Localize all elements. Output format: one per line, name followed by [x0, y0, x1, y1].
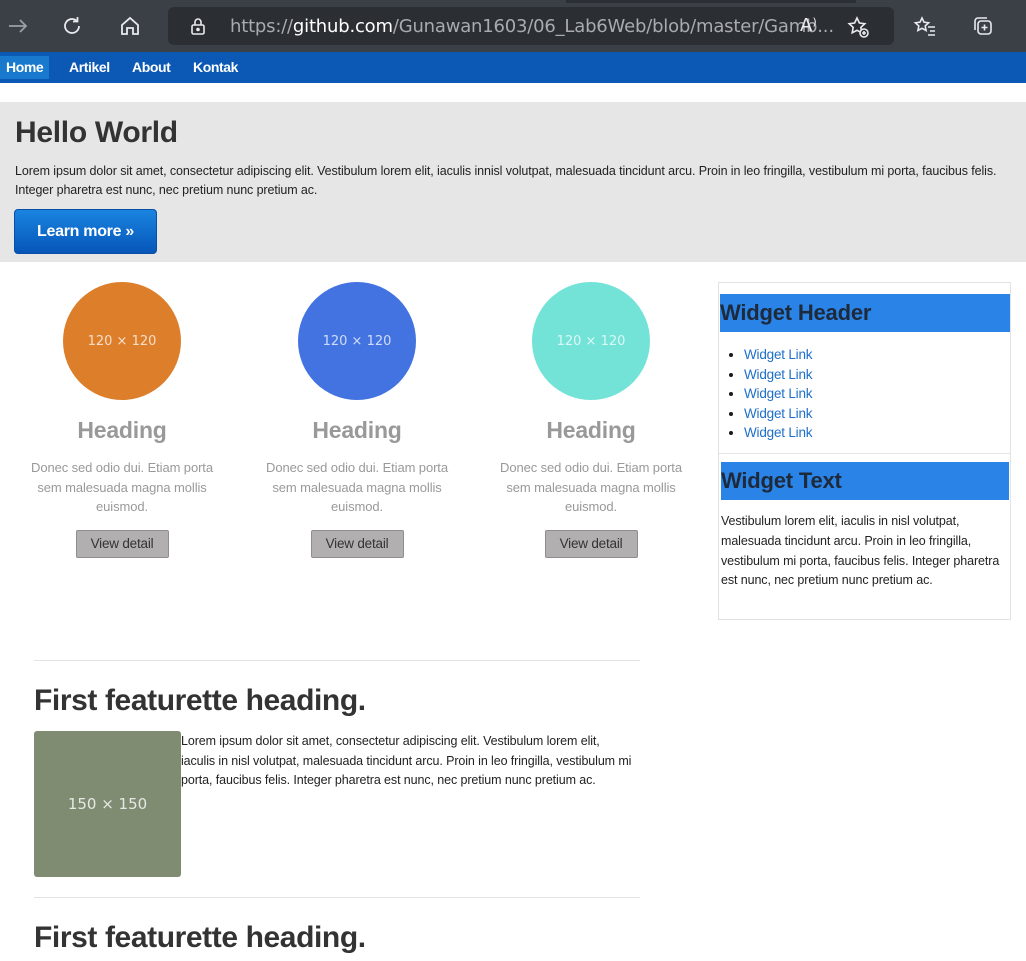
view-detail-button[interactable]: View detail: [310, 529, 404, 558]
nav-home[interactable]: Home: [0, 56, 50, 79]
refresh-icon[interactable]: [58, 12, 86, 40]
add-favorite-icon[interactable]: [846, 15, 870, 39]
read-aloud-icon[interactable]: A⁾: [800, 15, 817, 36]
column-text: Donec sed odio dui. Etiam porta sem male…: [266, 460, 448, 514]
featurette-text: Lorem ipsum dolor sit amet, consectetur …: [181, 734, 632, 788]
widget-text: Vestibulum lorem elit, iaculis in nisl v…: [721, 514, 1000, 588]
view-detail-button[interactable]: View detail: [75, 529, 169, 558]
home-icon[interactable]: [116, 12, 144, 40]
featurette-heading: First featurette heading.: [34, 921, 366, 954]
forward-icon[interactable]: [4, 12, 32, 40]
featurette-heading: First featurette heading.: [34, 684, 366, 717]
hero-title: Hello World: [15, 116, 178, 149]
featurette-divider: [34, 897, 640, 898]
hero-text: Lorem ipsum dolor sit amet, consectetur …: [15, 164, 997, 197]
widget-text-header: Widget Text: [721, 462, 1009, 500]
widget-link[interactable]: Widget Link: [744, 406, 813, 421]
browser-toolbar: https://github.com/Gunawan1603/06_Lab6We…: [0, 0, 1026, 52]
placeholder-circle-image: 120 × 120: [532, 282, 650, 400]
featurette-divider: [34, 660, 640, 661]
placeholder-circle-image: 120 × 120: [298, 282, 416, 400]
nav-artikel[interactable]: Artikel: [69, 56, 110, 79]
widget-divider: [719, 453, 1010, 454]
placeholder-circle-image: 120 × 120: [63, 282, 181, 400]
widget-header: Widget Header: [720, 294, 1010, 332]
site-navbar: Home Artikel About Kontak: [0, 52, 1026, 83]
widget-link[interactable]: Widget Link: [744, 425, 813, 440]
list-item: Widget Link: [744, 423, 813, 443]
list-item: Widget Link: [744, 384, 813, 404]
collections-icon[interactable]: [969, 12, 997, 40]
feature-column-2: 120 × 120 Heading Donec sed odio dui. Et…: [257, 282, 457, 558]
widget-link-list: Widget Link Widget Link Widget Link Widg…: [744, 345, 813, 443]
column-heading: Heading: [312, 417, 402, 443]
featurette-image: 150 × 150: [34, 731, 181, 877]
active-tab-edge: [566, 0, 856, 3]
column-text: Donec sed odio dui. Etiam porta sem male…: [500, 460, 682, 514]
list-item: Widget Link: [744, 365, 813, 385]
feature-column-1: 120 × 120 Heading Donec sed odio dui. Et…: [22, 282, 222, 558]
feature-column-3: 120 × 120 Heading Donec sed odio dui. Et…: [491, 282, 691, 558]
nav-kontak[interactable]: Kontak: [193, 56, 238, 79]
list-item: Widget Link: [744, 345, 813, 365]
widget-link[interactable]: Widget Link: [744, 347, 813, 362]
address-bar[interactable]: https://github.com/Gunawan1603/06_Lab6We…: [168, 7, 894, 45]
column-heading: Heading: [77, 417, 167, 443]
url-text: https://github.com/Gunawan1603/06_Lab6We…: [230, 16, 834, 37]
favorites-icon[interactable]: [911, 12, 939, 40]
list-item: Widget Link: [744, 404, 813, 424]
sidebar: Widget Header Widget Link Widget Link Wi…: [718, 282, 1011, 620]
lock-icon: [191, 18, 205, 35]
column-text: Donec sed odio dui. Etiam porta sem male…: [31, 460, 213, 514]
widget-link[interactable]: Widget Link: [744, 386, 813, 401]
hero-section: Hello World Lorem ipsum dolor sit amet, …: [0, 102, 1026, 262]
view-detail-button[interactable]: View detail: [544, 529, 638, 558]
nav-about[interactable]: About: [132, 56, 171, 79]
column-heading: Heading: [546, 417, 636, 443]
learn-more-button[interactable]: Learn more »: [14, 209, 157, 254]
widget-link[interactable]: Widget Link: [744, 367, 813, 382]
